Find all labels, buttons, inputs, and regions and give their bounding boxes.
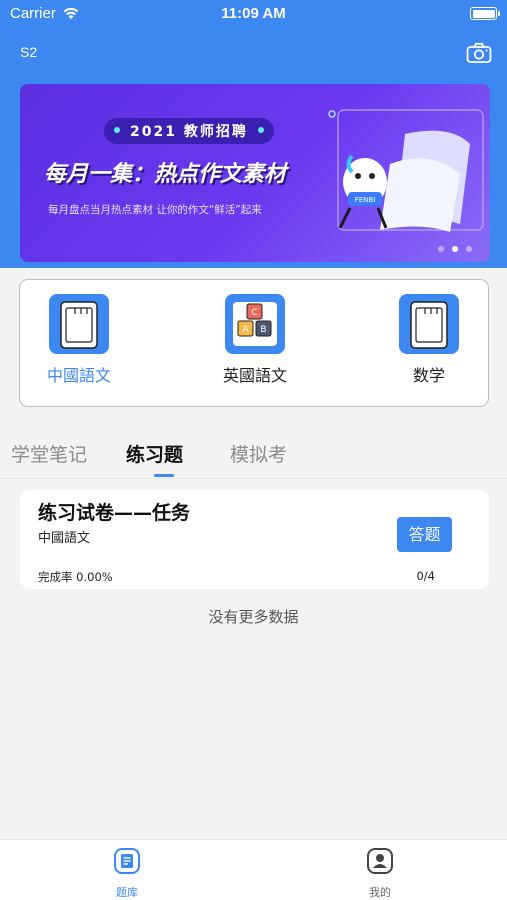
tabbar-label: 我的 <box>369 886 391 899</box>
progress-count: 0/4 <box>416 569 435 583</box>
tabbar-question-bank[interactable]: 题库 <box>87 847 167 900</box>
completion-rate: 完成率 0.00% <box>38 570 113 584</box>
subjects-card: 中國語文 C A B 英國語文 数学 <box>19 279 489 407</box>
tab-notes[interactable]: 学堂笔记 <box>11 440 87 467</box>
svg-text:C: C <box>251 308 257 318</box>
tabbar-label: 题库 <box>116 886 138 899</box>
camera-icon[interactable] <box>466 42 492 64</box>
svg-text:B: B <box>260 325 266 335</box>
notebook-icon <box>399 294 459 354</box>
task-card[interactable]: 练习试卷——任务 中國語文 答题 完成率 0.00% 0/4 <box>20 490 489 589</box>
status-bar: Carrier 11:09 AM <box>0 0 507 30</box>
no-more-data: 没有更多数据 <box>208 608 299 626</box>
status-time: 11:09 AM <box>221 5 286 22</box>
tab-mock-exam[interactable]: 模拟考 <box>230 440 287 467</box>
battery-icon <box>470 7 500 20</box>
mascot-illustration: FENBI <box>328 109 484 232</box>
banner-dot[interactable] <box>438 246 444 252</box>
task-title: 练习试卷——任务 <box>38 502 191 524</box>
page-title: S2 <box>20 44 38 60</box>
tabs-divider <box>0 478 507 479</box>
app-header: Carrier 11:09 AM S2 2021 教师招聘 每月一集：热点作文素… <box>0 0 507 268</box>
tabbar-profile[interactable]: 我的 <box>340 847 420 900</box>
subject-label: 中國語文 <box>46 366 111 385</box>
banner-dot-active[interactable] <box>452 246 458 252</box>
subject-english[interactable]: C A B 英國語文 <box>195 294 315 386</box>
abc-blocks-icon: C A B <box>225 294 285 354</box>
content-tabs: 学堂笔记 练习题 模拟考 <box>0 434 507 478</box>
tab-exercises[interactable]: 练习题 <box>126 440 183 467</box>
answer-button[interactable]: 答题 <box>397 517 452 552</box>
subject-label: 英國語文 <box>222 366 287 385</box>
subject-label: 数学 <box>412 366 445 385</box>
profile-icon <box>367 848 393 874</box>
active-tab-indicator <box>154 474 174 477</box>
banner-pagination <box>438 246 472 252</box>
banner-pill: 2021 教师招聘 <box>104 118 274 144</box>
question-bank-icon <box>114 848 140 874</box>
subject-math[interactable]: 数学 <box>369 294 489 386</box>
subject-chinese[interactable]: 中國語文 <box>19 294 139 386</box>
banner-headline: 每月一集：热点作文素材 <box>44 162 287 187</box>
svg-text:A: A <box>242 325 249 335</box>
banner-subtitle: 每月盘点当月热点素材 让你的作文“鲜活”起来 <box>48 204 262 216</box>
bottom-tabbar: 题库 我的 <box>0 839 507 900</box>
notebook-icon <box>49 294 109 354</box>
svg-text:FENBI: FENBI <box>355 196 376 204</box>
banner-dot[interactable] <box>466 246 472 252</box>
task-subject: 中國語文 <box>38 531 91 546</box>
promo-banner[interactable]: 2021 教师招聘 每月一集：热点作文素材 每月盘点当月热点素材 让你的作文“鲜… <box>20 84 490 262</box>
